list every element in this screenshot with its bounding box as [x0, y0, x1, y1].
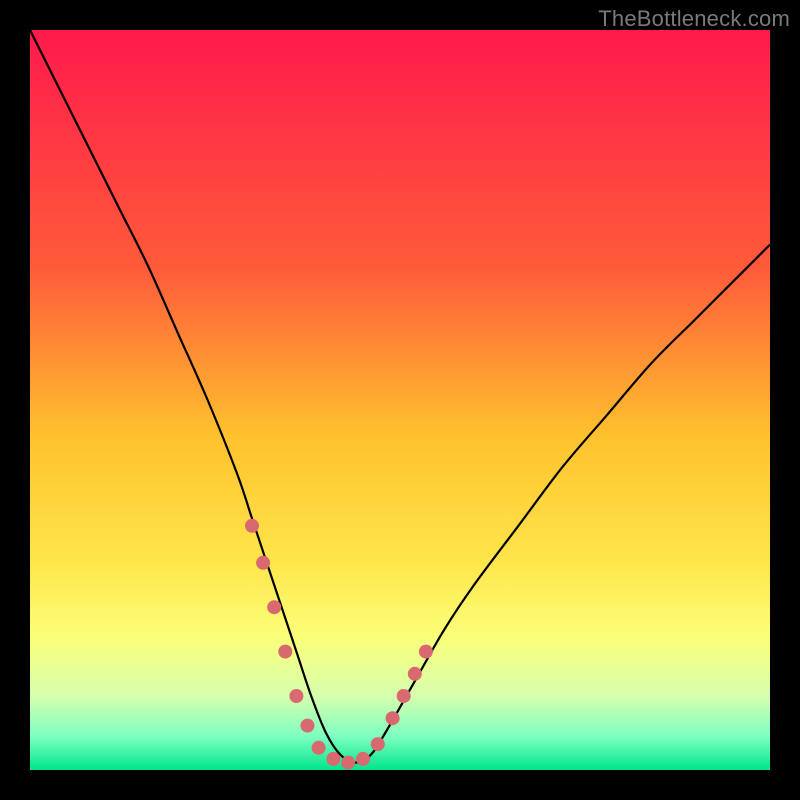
highlight-dot	[419, 645, 433, 659]
chart-frame	[30, 30, 770, 770]
watermark-text: TheBottleneck.com	[598, 6, 790, 32]
highlight-dot	[397, 689, 411, 703]
bottleneck-chart	[30, 30, 770, 770]
highlight-dot	[267, 600, 281, 614]
highlight-dot	[386, 711, 400, 725]
highlight-dot	[341, 756, 355, 770]
highlight-dot	[356, 752, 370, 766]
highlight-dot	[256, 556, 270, 570]
highlight-dot	[289, 689, 303, 703]
highlight-dot	[326, 752, 340, 766]
highlight-dot	[301, 719, 315, 733]
highlight-dot	[245, 519, 259, 533]
highlight-dot	[278, 645, 292, 659]
chart-background	[30, 30, 770, 770]
highlight-dot	[312, 741, 326, 755]
highlight-dot	[408, 667, 422, 681]
highlight-dot	[371, 737, 385, 751]
